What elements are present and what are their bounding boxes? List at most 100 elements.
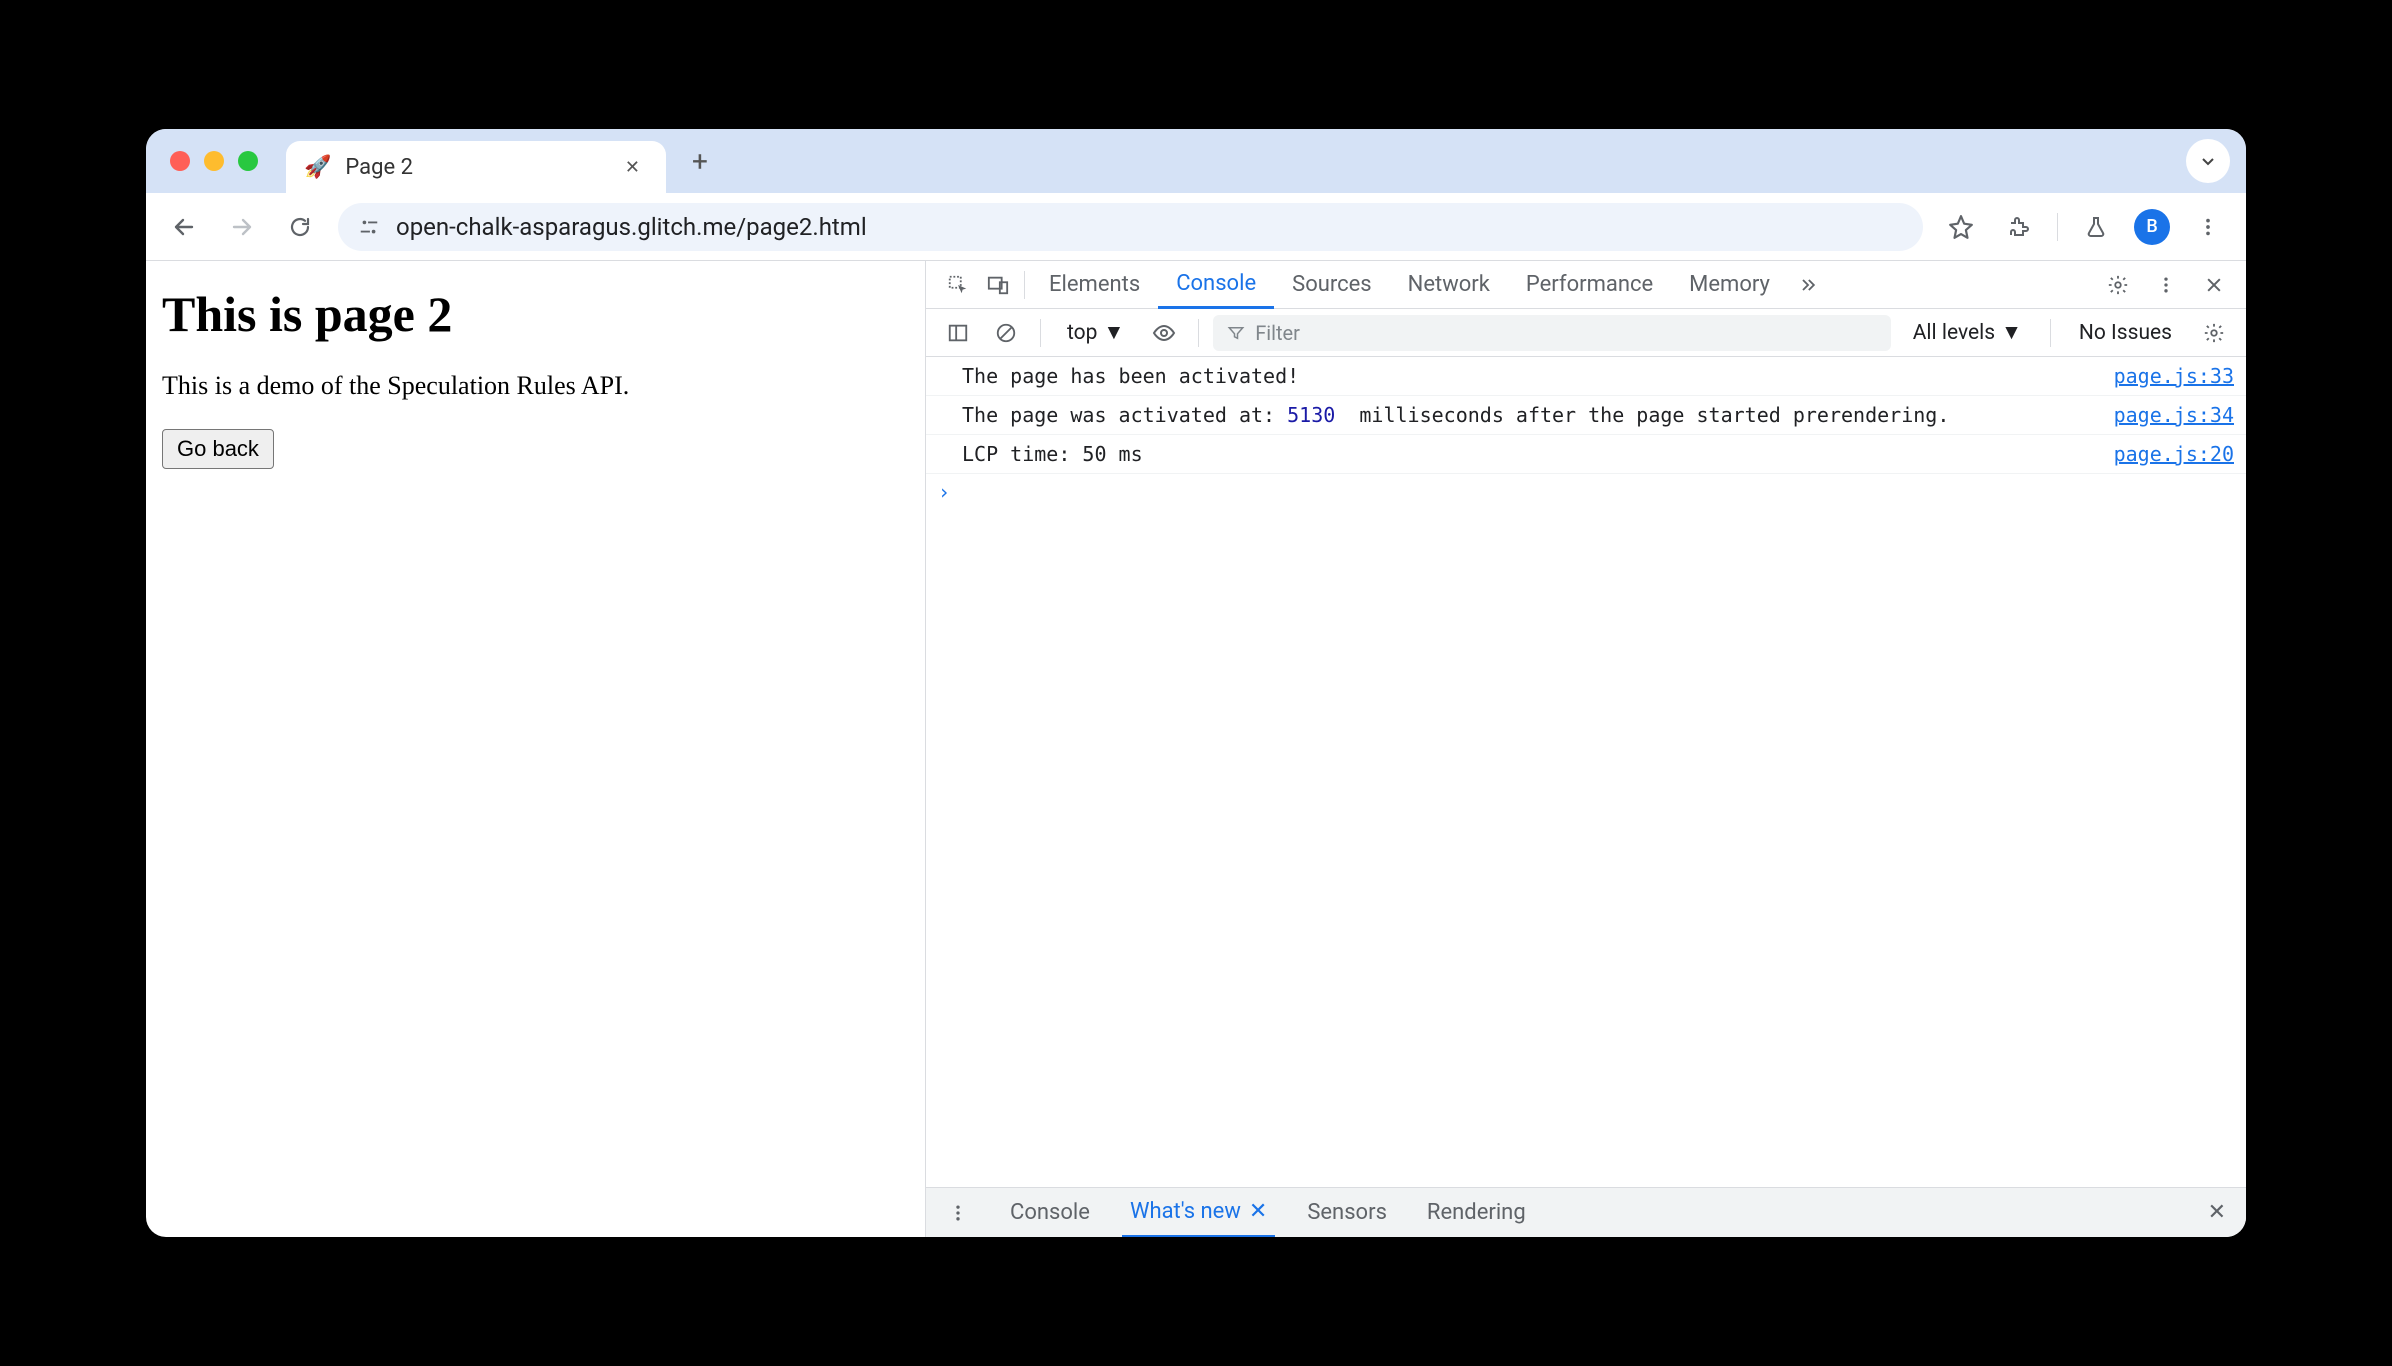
devtools-settings-button[interactable] — [2098, 265, 2138, 305]
reload-icon — [288, 215, 312, 239]
new-tab-button[interactable]: + — [678, 145, 722, 178]
console-message: LCP time: 50 ms — [962, 439, 2102, 469]
console-output: The page has been activated! page.js:33 … — [926, 357, 2246, 1187]
reload-button[interactable] — [280, 207, 320, 247]
divider — [2050, 319, 2051, 347]
devices-icon — [987, 274, 1009, 296]
devtools-menu-button[interactable] — [2146, 265, 2186, 305]
arrow-left-icon — [172, 215, 196, 239]
tab-console[interactable]: Console — [1158, 261, 1274, 309]
eye-icon — [1152, 321, 1176, 345]
drawer-close-button[interactable]: ✕ — [2200, 1200, 2234, 1225]
drawer: Console What's new ✕ Sensors Rendering ✕ — [926, 1187, 2246, 1237]
browser-tab[interactable]: 🚀 Page 2 ✕ — [286, 141, 666, 193]
page-paragraph: This is a demo of the Speculation Rules … — [162, 371, 909, 401]
issues-label[interactable]: No Issues — [2065, 321, 2186, 345]
filter-input[interactable]: Filter — [1213, 315, 1891, 351]
tab-favicon: 🚀 — [304, 155, 331, 180]
console-prompt[interactable]: › — [926, 474, 2246, 510]
url-text: open-chalk-asparagus.glitch.me/page2.htm… — [396, 213, 867, 241]
forward-button[interactable] — [222, 207, 262, 247]
kebab-icon — [2197, 216, 2219, 238]
kebab-icon — [948, 1203, 968, 1223]
divider — [1040, 319, 1041, 347]
devtools-close-button[interactable] — [2194, 265, 2234, 305]
chrome-menu-button[interactable] — [2188, 207, 2228, 247]
divider — [2057, 213, 2058, 241]
drawer-tab-console[interactable]: Console — [1002, 1188, 1098, 1238]
puzzle-icon — [2007, 215, 2031, 239]
drawer-menu-button[interactable] — [938, 1193, 978, 1233]
console-row: The page has been activated! page.js:33 — [926, 357, 2246, 396]
live-expression-button[interactable] — [1144, 313, 1184, 353]
address-bar[interactable]: open-chalk-asparagus.glitch.me/page2.htm… — [338, 203, 1923, 251]
tab-elements[interactable]: Elements — [1031, 261, 1158, 309]
levels-label: All levels — [1913, 321, 1995, 345]
source-link[interactable]: page.js:34 — [2102, 400, 2234, 430]
tab-memory[interactable]: Memory — [1671, 261, 1788, 309]
site-settings-icon[interactable] — [358, 216, 380, 238]
device-toolbar-button[interactable] — [978, 265, 1018, 305]
minimize-window-button[interactable] — [204, 151, 224, 171]
context-selector[interactable]: top ▼ — [1055, 321, 1136, 345]
arrow-right-icon — [230, 215, 254, 239]
gear-icon — [2107, 274, 2129, 296]
flask-icon — [2084, 215, 2108, 239]
dropdown-triangle-icon: ▼ — [1103, 321, 1124, 345]
divider — [1024, 271, 1025, 299]
close-icon[interactable]: ✕ — [1249, 1199, 1267, 1224]
drawer-tab-whats-new[interactable]: What's new ✕ — [1122, 1188, 1275, 1238]
browser-window: 🚀 Page 2 ✕ + open-chalk-asparagus.glitch… — [146, 129, 2246, 1237]
back-button[interactable] — [164, 207, 204, 247]
content-row: This is page 2 This is a demo of the Spe… — [146, 261, 2246, 1237]
close-window-button[interactable] — [170, 151, 190, 171]
log-levels-selector[interactable]: All levels ▼ — [1899, 321, 2036, 345]
devtools-panel: Elements Console Sources Network Perform… — [926, 261, 2246, 1237]
console-settings-button[interactable] — [2194, 313, 2234, 353]
console-toolbar: top ▼ Filter All levels ▼ No Issues — [926, 309, 2246, 357]
star-icon — [1948, 214, 1974, 240]
console-message: The page was activated at: 5130 millisec… — [962, 400, 2102, 430]
tab-network[interactable]: Network — [1390, 261, 1508, 309]
tab-sources[interactable]: Sources — [1274, 261, 1390, 309]
prompt-chevron-icon: › — [938, 480, 950, 504]
source-link[interactable]: page.js:20 — [2102, 439, 2234, 469]
console-message: The page has been activated! — [962, 361, 2102, 391]
go-back-button[interactable]: Go back — [162, 429, 274, 469]
page-heading: This is page 2 — [162, 285, 909, 343]
drawer-tab-rendering[interactable]: Rendering — [1419, 1188, 1534, 1238]
filter-placeholder: Filter — [1255, 321, 1300, 345]
dropdown-triangle-icon: ▼ — [2001, 321, 2022, 345]
tab-overflow-button[interactable] — [2186, 139, 2230, 183]
page-content: This is page 2 This is a demo of the Spe… — [146, 261, 926, 1237]
filter-icon — [1227, 324, 1245, 342]
close-tab-button[interactable]: ✕ — [617, 153, 648, 182]
tab-bar: 🚀 Page 2 ✕ + — [146, 129, 2246, 193]
clear-console-button[interactable] — [986, 313, 1026, 353]
maximize-window-button[interactable] — [238, 151, 258, 171]
divider — [1198, 319, 1199, 347]
drawer-tab-label: What's new — [1130, 1199, 1241, 1224]
toolbar-right: B — [1941, 207, 2228, 247]
console-row: The page was activated at: 5130 millisec… — [926, 396, 2246, 435]
tab-performance[interactable]: Performance — [1508, 261, 1671, 309]
labs-button[interactable] — [2076, 207, 2116, 247]
drawer-tab-sensors[interactable]: Sensors — [1299, 1188, 1395, 1238]
kebab-icon — [2156, 275, 2176, 295]
gear-icon — [2203, 322, 2225, 344]
inspect-element-button[interactable] — [938, 265, 978, 305]
profile-avatar[interactable]: B — [2134, 209, 2170, 245]
more-tabs-button[interactable] — [1788, 265, 1828, 305]
tab-title: Page 2 — [345, 155, 603, 180]
extensions-button[interactable] — [1999, 207, 2039, 247]
chevron-down-icon — [2200, 153, 2216, 169]
bookmark-button[interactable] — [1941, 207, 1981, 247]
clear-icon — [995, 322, 1017, 344]
console-row: LCP time: 50 ms page.js:20 — [926, 435, 2246, 474]
devtools-tabbar: Elements Console Sources Network Perform… — [926, 261, 2246, 309]
window-controls — [162, 151, 274, 171]
sidebar-icon — [947, 322, 969, 344]
toggle-sidebar-button[interactable] — [938, 313, 978, 353]
source-link[interactable]: page.js:33 — [2102, 361, 2234, 391]
toolbar: open-chalk-asparagus.glitch.me/page2.htm… — [146, 193, 2246, 261]
